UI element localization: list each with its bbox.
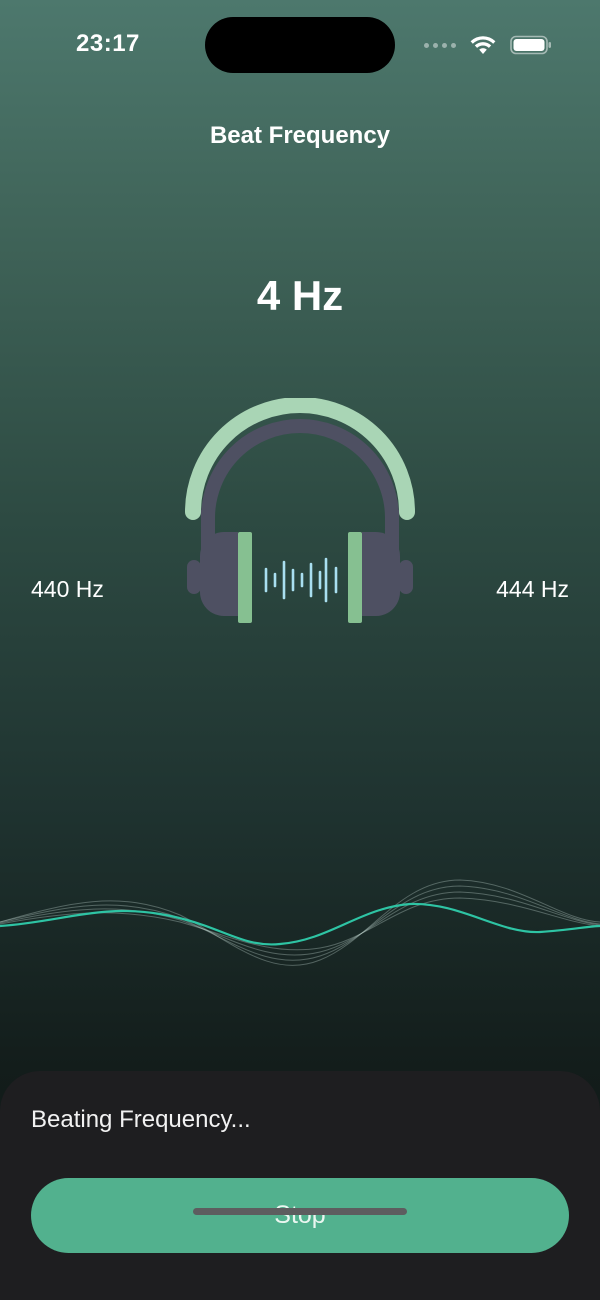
signal-icon	[424, 42, 456, 48]
dynamic-island	[205, 17, 395, 73]
sound-wave-icon	[264, 557, 338, 603]
player-panel: Beating Frequency... Stop	[0, 1071, 600, 1300]
beat-waveform	[0, 879, 600, 966]
stop-button[interactable]: Stop	[31, 1178, 569, 1253]
headphones-icon	[185, 398, 415, 623]
home-indicator[interactable]	[193, 1208, 407, 1215]
left-frequency-label: 440 Hz	[31, 576, 104, 602]
status-icons	[424, 34, 552, 56]
page-title: Beat Frequency	[209, 122, 391, 149]
right-frequency-label: 444 Hz	[496, 576, 569, 602]
beat-frequency-value: 4 Hz	[256, 272, 344, 319]
status-time: 23:17	[76, 30, 140, 57]
wifi-icon	[470, 36, 496, 54]
battery-icon	[510, 35, 551, 55]
playback-status-text: Beating Frequency...	[31, 1106, 251, 1133]
